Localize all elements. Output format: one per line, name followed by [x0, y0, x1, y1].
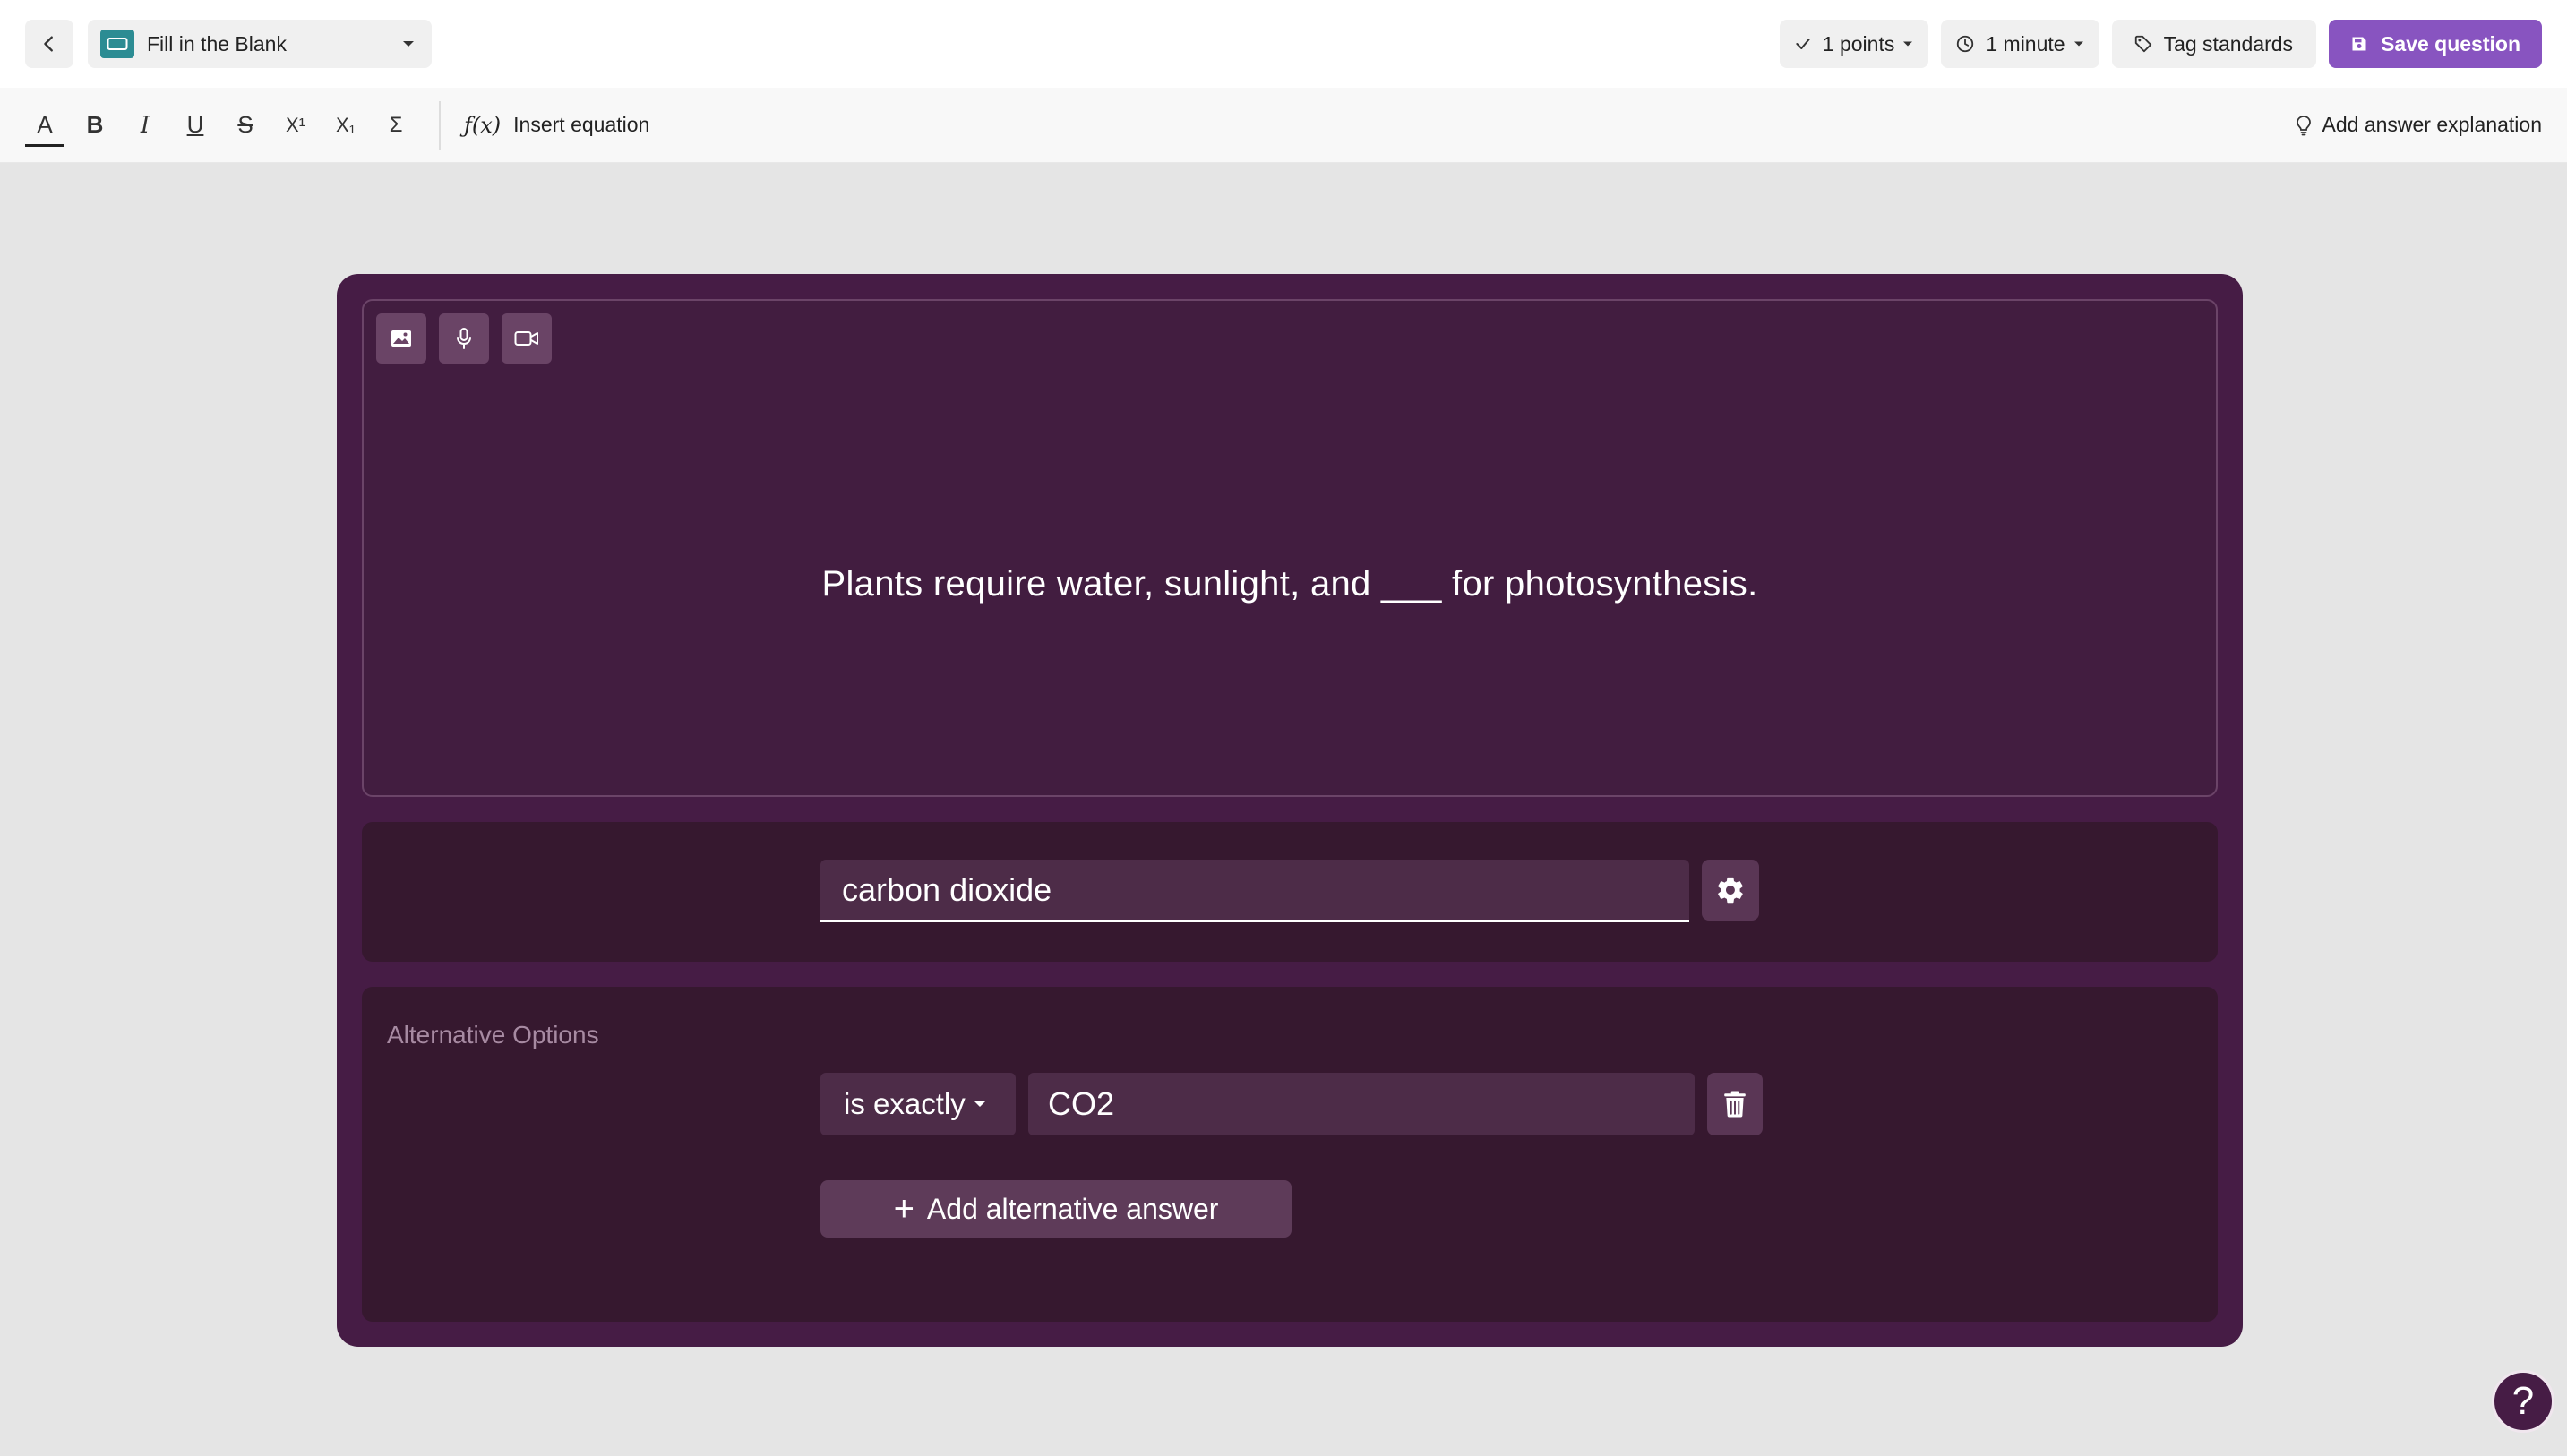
text-color-button[interactable]: A	[25, 100, 64, 150]
add-alternative-answer-label: Add alternative answer	[926, 1192, 1219, 1225]
question-card: Plants require water, sunlight, and ___ …	[337, 274, 2243, 1347]
tag-icon	[2134, 35, 2151, 53]
caret-down-icon	[2073, 41, 2083, 47]
superscript-button[interactable]: X¹	[276, 100, 315, 150]
italic-icon: I	[140, 111, 150, 139]
media-toolbar	[376, 313, 564, 364]
help-button[interactable]: ?	[2492, 1370, 2554, 1433]
insert-equation-button[interactable]: ƒ(x) Insert equation	[464, 113, 649, 138]
tag-standards-label: Tag standards	[2163, 31, 2294, 56]
toolbar-divider	[439, 100, 441, 150]
add-answer-explanation-button[interactable]: Add answer explanation	[2296, 113, 2543, 137]
back-button[interactable]	[25, 20, 73, 68]
add-audio-button[interactable]	[439, 313, 489, 364]
bold-icon: B	[86, 111, 104, 138]
format-toolbar: A B I U S X¹ X₁ Σ ƒ(x) Insert equation A…	[0, 88, 2567, 163]
add-alternative-answer-button[interactable]: + Add alternative answer	[820, 1180, 1292, 1238]
alternative-answer-input[interactable]: CO2	[1028, 1073, 1695, 1135]
chevron-left-icon	[44, 36, 53, 52]
floppy-disk-icon	[2352, 37, 2366, 51]
points-label: 1 points	[1822, 31, 1895, 56]
italic-button[interactable]: I	[125, 100, 165, 150]
video-camera-icon	[514, 331, 538, 346]
gear-icon	[1718, 877, 1743, 904]
time-label: 1 minute	[1986, 31, 2065, 56]
underline-icon: U	[186, 111, 204, 138]
caret-down-icon	[974, 1101, 985, 1107]
microphone-icon	[457, 328, 471, 349]
sigma-button[interactable]: Σ	[376, 100, 416, 150]
help-icon: ?	[2511, 1379, 2535, 1423]
trash-icon	[1724, 1091, 1746, 1118]
superscript-icon: X¹	[286, 113, 305, 136]
top-bar: Fill in the Blank 1 points 1 minute Tag …	[0, 0, 2567, 88]
save-question-label: Save question	[2381, 31, 2520, 56]
alternative-answer-row: is exactly CO2	[820, 1073, 1763, 1135]
save-question-button[interactable]: Save question	[2329, 20, 2542, 68]
delete-alternative-button[interactable]	[1707, 1073, 1763, 1135]
strikethrough-button[interactable]: S	[226, 100, 265, 150]
plus-icon: +	[893, 1189, 914, 1229]
time-dropdown[interactable]: 1 minute	[1941, 20, 2099, 68]
tag-standards-button[interactable]: Tag standards	[2111, 20, 2317, 68]
fill-blank-type-icon	[100, 30, 134, 58]
lightbulb-icon	[2296, 115, 2311, 135]
bold-button[interactable]: B	[75, 100, 115, 150]
match-type-select[interactable]: is exactly	[820, 1073, 1016, 1135]
clock-icon	[1957, 35, 1974, 53]
question-type-select[interactable]: Fill in the Blank	[88, 20, 432, 68]
underline-button[interactable]: U	[176, 100, 215, 150]
function-icon: ƒ(x)	[464, 112, 502, 138]
question-type-label: Fill in the Blank	[147, 31, 287, 56]
insert-equation-label: Insert equation	[513, 113, 650, 136]
add-video-button[interactable]	[502, 313, 552, 364]
answer-input[interactable]: carbon dioxide	[820, 860, 1689, 922]
match-type-label: is exactly	[844, 1087, 966, 1120]
answer-settings-button[interactable]	[1702, 860, 1759, 921]
points-dropdown[interactable]: 1 points	[1779, 20, 1929, 68]
add-answer-explanation-label: Add answer explanation	[2322, 113, 2543, 136]
sigma-icon: Σ	[389, 112, 403, 137]
strikethrough-icon: S	[237, 111, 253, 138]
question-editor[interactable]: Plants require water, sunlight, and ___ …	[362, 299, 2218, 797]
text-color-icon: A	[37, 111, 53, 138]
alternative-options-section: Alternative Options is exactly CO2 + Add	[362, 987, 2218, 1322]
caret-down-icon	[403, 41, 414, 47]
check-icon	[1796, 39, 1810, 49]
subscript-button[interactable]: X₁	[326, 100, 365, 150]
answer-section: carbon dioxide	[362, 822, 2218, 962]
subscript-icon: X₁	[335, 113, 356, 136]
caret-down-icon	[1903, 41, 1913, 47]
alternative-options-title: Alternative Options	[387, 1021, 599, 1049]
question-text[interactable]: Plants require water, sunlight, and ___ …	[364, 564, 2216, 604]
add-image-button[interactable]	[376, 313, 426, 364]
image-icon	[391, 330, 411, 347]
